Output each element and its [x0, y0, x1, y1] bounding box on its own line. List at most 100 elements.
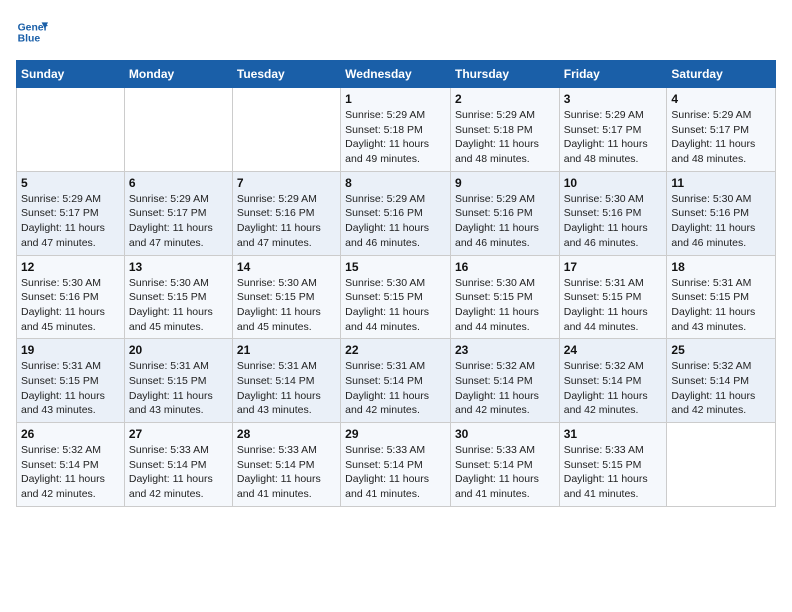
- day-header-friday: Friday: [559, 61, 667, 88]
- day-info: Sunrise: 5:29 AM Sunset: 5:17 PM Dayligh…: [129, 192, 228, 251]
- calendar-week-row: 19 Sunrise: 5:31 AM Sunset: 5:15 PM Dayli…: [17, 339, 776, 423]
- calendar-cell: 26 Sunrise: 5:32 AM Sunset: 5:14 PM Dayli…: [17, 423, 125, 507]
- svg-text:Blue: Blue: [18, 34, 41, 45]
- day-number: 3: [564, 92, 663, 106]
- calendar-cell: 13Sunrise: 5:30 AM Sunset: 5:15 PM Dayli…: [124, 255, 232, 339]
- day-info: Sunrise: 5:31 AM Sunset: 5:15 PM Dayligh…: [671, 276, 771, 335]
- calendar-cell: [17, 88, 125, 172]
- calendar-cell: 22Sunrise: 5:31 AM Sunset: 5:14 PM Dayli…: [341, 339, 451, 423]
- day-info: Sunrise: 5:30 AM Sunset: 5:15 PM Dayligh…: [455, 276, 555, 335]
- day-number: 7: [237, 176, 336, 190]
- day-info: Sunrise: 5:29 AM Sunset: 5:17 PM Dayligh…: [21, 192, 120, 251]
- calendar-cell: 5 Sunrise: 5:29 AM Sunset: 5:17 PM Daylig…: [17, 171, 125, 255]
- day-info: Sunrise: 5:29 AM Sunset: 5:17 PM Dayligh…: [671, 108, 771, 167]
- day-number: 18: [671, 260, 771, 274]
- day-number: 26: [21, 427, 120, 441]
- calendar-cell: 21 Sunrise: 5:31 AM Sunset: 5:14 PM Dayli…: [232, 339, 340, 423]
- day-number: 12: [21, 260, 120, 274]
- day-number: 23: [455, 343, 555, 357]
- day-number: 9: [455, 176, 555, 190]
- logo-icon: General Blue: [16, 16, 48, 48]
- calendar-cell: 18 Sunrise: 5:31 AM Sunset: 5:15 PM Dayli…: [667, 255, 776, 339]
- day-number: 13: [129, 260, 228, 274]
- day-number: 19: [21, 343, 120, 357]
- calendar-cell: 23 Sunrise: 5:32 AM Sunset: 5:14 PM Dayli…: [450, 339, 559, 423]
- page-header: General Blue: [16, 16, 776, 48]
- day-number: 4: [671, 92, 771, 106]
- day-info: Sunrise: 5:32 AM Sunset: 5:14 PM Dayligh…: [21, 443, 120, 502]
- day-info: Sunrise: 5:30 AM Sunset: 5:16 PM Dayligh…: [671, 192, 771, 251]
- calendar-cell: [667, 423, 776, 507]
- calendar-cell: 30 Sunrise: 5:33 AM Sunset: 5:14 PM Dayli…: [450, 423, 559, 507]
- calendar-cell: 15Sunrise: 5:30 AM Sunset: 5:15 PM Dayli…: [341, 255, 451, 339]
- day-number: 27: [129, 427, 228, 441]
- calendar-cell: 8 Sunrise: 5:29 AM Sunset: 5:16 PM Daylig…: [341, 171, 451, 255]
- day-info: Sunrise: 5:33 AM Sunset: 5:15 PM Dayligh…: [564, 443, 663, 502]
- day-info: Sunrise: 5:30 AM Sunset: 5:16 PM Dayligh…: [564, 192, 663, 251]
- day-number: 17: [564, 260, 663, 274]
- calendar-cell: 10 Sunrise: 5:30 AM Sunset: 5:16 PM Dayli…: [559, 171, 667, 255]
- day-info: Sunrise: 5:29 AM Sunset: 5:16 PM Dayligh…: [345, 192, 446, 251]
- calendar-cell: 27 Sunrise: 5:33 AM Sunset: 5:14 PM Dayli…: [124, 423, 232, 507]
- day-info: Sunrise: 5:30 AM Sunset: 5:15 PM Dayligh…: [237, 276, 336, 335]
- day-info: Sunrise: 5:32 AM Sunset: 5:14 PM Dayligh…: [455, 359, 555, 418]
- day-number: 31: [564, 427, 663, 441]
- day-number: 2: [455, 92, 555, 106]
- calendar-cell: 28Sunrise: 5:33 AM Sunset: 5:14 PM Dayli…: [232, 423, 340, 507]
- calendar-cell: 16 Sunrise: 5:30 AM Sunset: 5:15 PM Dayli…: [450, 255, 559, 339]
- day-info: Sunrise: 5:29 AM Sunset: 5:16 PM Dayligh…: [237, 192, 336, 251]
- calendar-cell: [232, 88, 340, 172]
- day-info: Sunrise: 5:31 AM Sunset: 5:14 PM Dayligh…: [237, 359, 336, 418]
- calendar-cell: 20 Sunrise: 5:31 AM Sunset: 5:15 PM Dayli…: [124, 339, 232, 423]
- day-info: Sunrise: 5:32 AM Sunset: 5:14 PM Dayligh…: [564, 359, 663, 418]
- day-number: 25: [671, 343, 771, 357]
- day-number: 11: [671, 176, 771, 190]
- day-info: Sunrise: 5:29 AM Sunset: 5:18 PM Dayligh…: [455, 108, 555, 167]
- day-number: 8: [345, 176, 446, 190]
- calendar-cell: 2 Sunrise: 5:29 AM Sunset: 5:18 PM Daylig…: [450, 88, 559, 172]
- day-header-tuesday: Tuesday: [232, 61, 340, 88]
- day-number: 24: [564, 343, 663, 357]
- calendar-cell: 12 Sunrise: 5:30 AM Sunset: 5:16 PM Dayli…: [17, 255, 125, 339]
- day-number: 21: [237, 343, 336, 357]
- day-info: Sunrise: 5:29 AM Sunset: 5:18 PM Dayligh…: [345, 108, 446, 167]
- calendar-cell: 3 Sunrise: 5:29 AM Sunset: 5:17 PM Daylig…: [559, 88, 667, 172]
- calendar-cell: 11 Sunrise: 5:30 AM Sunset: 5:16 PM Dayli…: [667, 171, 776, 255]
- day-header-sunday: Sunday: [17, 61, 125, 88]
- calendar-cell: 4 Sunrise: 5:29 AM Sunset: 5:17 PM Daylig…: [667, 88, 776, 172]
- day-number: 29: [345, 427, 446, 441]
- day-number: 15: [345, 260, 446, 274]
- day-header-monday: Monday: [124, 61, 232, 88]
- day-number: 6: [129, 176, 228, 190]
- day-number: 10: [564, 176, 663, 190]
- calendar-cell: 24 Sunrise: 5:32 AM Sunset: 5:14 PM Dayli…: [559, 339, 667, 423]
- day-number: 30: [455, 427, 555, 441]
- calendar-week-row: 12 Sunrise: 5:30 AM Sunset: 5:16 PM Dayli…: [17, 255, 776, 339]
- calendar-week-row: 5 Sunrise: 5:29 AM Sunset: 5:17 PM Daylig…: [17, 171, 776, 255]
- day-number: 5: [21, 176, 120, 190]
- day-number: 1: [345, 92, 446, 106]
- day-info: Sunrise: 5:31 AM Sunset: 5:15 PM Dayligh…: [21, 359, 120, 418]
- logo: General Blue: [16, 16, 48, 48]
- day-number: 14: [237, 260, 336, 274]
- calendar-cell: 17 Sunrise: 5:31 AM Sunset: 5:15 PM Dayli…: [559, 255, 667, 339]
- day-info: Sunrise: 5:33 AM Sunset: 5:14 PM Dayligh…: [455, 443, 555, 502]
- calendar-cell: 19 Sunrise: 5:31 AM Sunset: 5:15 PM Dayli…: [17, 339, 125, 423]
- calendar-header-row: SundayMondayTuesdayWednesdayThursdayFrid…: [17, 61, 776, 88]
- calendar-cell: 31 Sunrise: 5:33 AM Sunset: 5:15 PM Dayli…: [559, 423, 667, 507]
- calendar-week-row: 26 Sunrise: 5:32 AM Sunset: 5:14 PM Dayli…: [17, 423, 776, 507]
- day-number: 20: [129, 343, 228, 357]
- day-info: Sunrise: 5:32 AM Sunset: 5:14 PM Dayligh…: [671, 359, 771, 418]
- day-info: Sunrise: 5:31 AM Sunset: 5:15 PM Dayligh…: [129, 359, 228, 418]
- day-number: 16: [455, 260, 555, 274]
- day-info: Sunrise: 5:30 AM Sunset: 5:16 PM Dayligh…: [21, 276, 120, 335]
- day-info: Sunrise: 5:31 AM Sunset: 5:15 PM Dayligh…: [564, 276, 663, 335]
- calendar-cell: 6 Sunrise: 5:29 AM Sunset: 5:17 PM Daylig…: [124, 171, 232, 255]
- day-info: Sunrise: 5:29 AM Sunset: 5:17 PM Dayligh…: [564, 108, 663, 167]
- day-header-saturday: Saturday: [667, 61, 776, 88]
- day-info: Sunrise: 5:33 AM Sunset: 5:14 PM Dayligh…: [129, 443, 228, 502]
- day-number: 28: [237, 427, 336, 441]
- day-info: Sunrise: 5:29 AM Sunset: 5:16 PM Dayligh…: [455, 192, 555, 251]
- calendar-cell: 25 Sunrise: 5:32 AM Sunset: 5:14 PM Dayli…: [667, 339, 776, 423]
- day-number: 22: [345, 343, 446, 357]
